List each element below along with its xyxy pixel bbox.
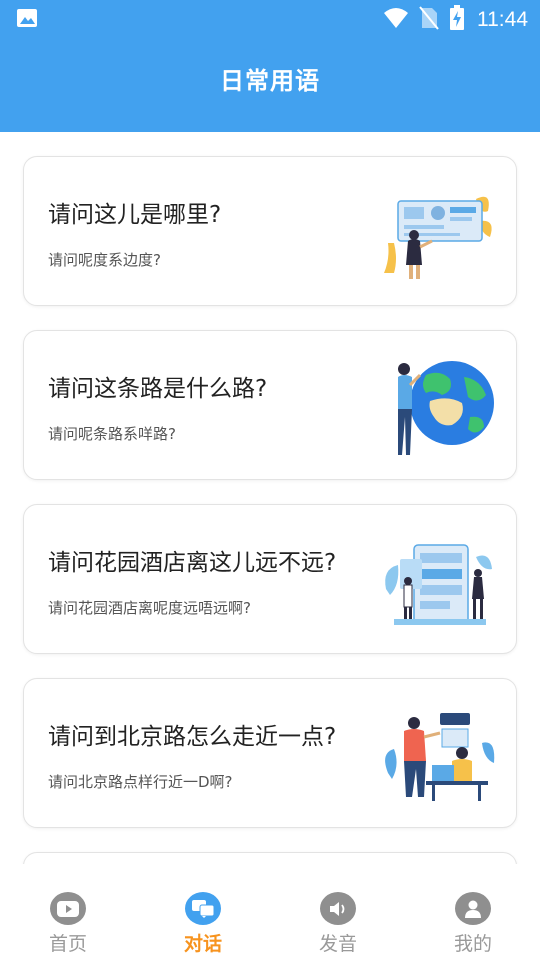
phrase-subtitle: 请问北京路点样行近一D啊? bbox=[48, 773, 233, 791]
no-sim-icon bbox=[419, 6, 439, 34]
speaker-icon bbox=[320, 892, 356, 925]
phrase-card[interactable]: 请问到北京路怎么走近一点? 请问北京路点样行近一D啊? bbox=[23, 678, 517, 828]
phrase-title: 请问到北京路怎么走近一点? bbox=[48, 724, 337, 750]
phrase-title: 请问这儿是哪里? bbox=[48, 202, 222, 228]
status-time: 11:44 bbox=[477, 8, 528, 31]
tab-label: 我的 bbox=[453, 933, 492, 955]
info-board-illustration bbox=[384, 196, 492, 279]
phrase-subtitle: 请问呢度系边度? bbox=[48, 251, 161, 269]
phrase-title: 请问花园酒店离这儿远不远? bbox=[48, 550, 337, 576]
tab-mine[interactable]: 我的 bbox=[433, 892, 513, 956]
phrase-card-partial[interactable] bbox=[23, 852, 517, 864]
phrase-card[interactable]: 请问花园酒店离这儿远不远? 请问花园酒店离呢度远唔远啊? bbox=[23, 504, 517, 654]
phrase-subtitle: 请问花园酒店离呢度远唔远啊? bbox=[48, 599, 251, 617]
image-icon bbox=[16, 8, 38, 32]
phrase-card[interactable]: 请问这儿是哪里? 请问呢度系边度? bbox=[23, 156, 517, 306]
phrase-list: 请问这儿是哪里? 请问呢度系边度? 请问这条路是什么路? 请问呢条路系咩路? 请… bbox=[0, 132, 540, 864]
app-screens-illustration bbox=[385, 544, 492, 625]
battery-charging-icon bbox=[449, 5, 465, 35]
tab-label: 对话 bbox=[183, 933, 222, 955]
globe-illustration bbox=[398, 361, 494, 455]
tab-pronunciation[interactable]: 发音 bbox=[298, 892, 378, 956]
user-icon bbox=[455, 892, 491, 925]
tab-home[interactable]: 首页 bbox=[28, 892, 108, 956]
tab-dialogue[interactable]: 对话 bbox=[163, 892, 243, 956]
play-icon bbox=[50, 892, 86, 925]
chat-icon bbox=[185, 892, 221, 925]
tab-label: 发音 bbox=[318, 933, 357, 955]
page-title: 日常用语 bbox=[220, 66, 320, 95]
phrase-card[interactable]: 请问这条路是什么路? 请问呢条路系咩路? bbox=[23, 330, 517, 480]
bottom-tab-bar: 首页 对话 发音 我的 bbox=[0, 864, 540, 960]
office-desk-illustration bbox=[385, 713, 495, 801]
wifi-icon bbox=[383, 7, 409, 33]
app-bar: 日常用语 bbox=[0, 36, 540, 132]
tab-label: 首页 bbox=[48, 933, 87, 955]
phrase-title: 请问这条路是什么路? bbox=[48, 376, 268, 402]
status-bar: 11:44 bbox=[0, 0, 540, 36]
phrase-subtitle: 请问呢条路系咩路? bbox=[48, 425, 176, 443]
